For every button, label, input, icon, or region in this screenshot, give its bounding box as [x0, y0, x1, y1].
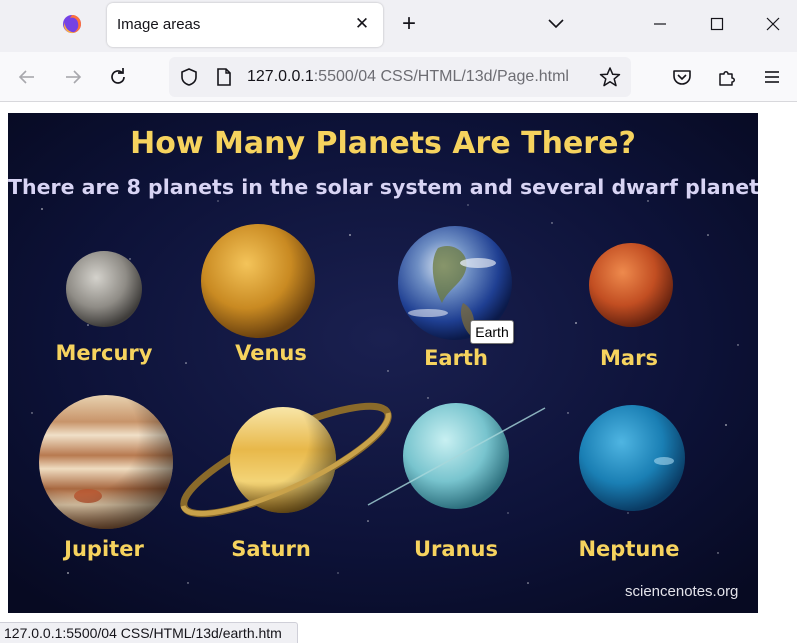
jupiter-shade	[39, 395, 173, 529]
firefox-logo-icon[interactable]	[62, 14, 82, 34]
reload-icon[interactable]	[107, 66, 129, 88]
neptune-dark-spot	[654, 457, 674, 465]
window-close-icon[interactable]	[762, 14, 784, 34]
planets-image: How Many Planets Are There? There are 8 …	[8, 113, 758, 613]
label-saturn[interactable]: Saturn	[191, 537, 351, 561]
link-status-bar: 127.0.0.1:5500/04 CSS/HTML/13d/earth.htm	[0, 622, 298, 643]
star-icon[interactable]	[599, 67, 621, 87]
venus-planet[interactable]	[201, 224, 315, 338]
chevron-down-icon[interactable]	[545, 14, 567, 34]
mars-planet[interactable]	[589, 243, 673, 327]
url-text[interactable]: 127.0.0.1:5500/04 CSS/HTML/13d/Page.html	[247, 68, 569, 86]
shield-icon[interactable]	[179, 67, 199, 87]
arrow-right-icon[interactable]	[62, 66, 84, 88]
page-icon[interactable]	[215, 67, 233, 87]
hamburger-icon[interactable]	[761, 66, 783, 88]
tab-image-areas[interactable]: Image areas ✕	[107, 3, 383, 47]
image-subtitle: There are 8 planets in the solar system …	[8, 175, 758, 199]
pocket-icon[interactable]	[671, 66, 693, 88]
label-mars[interactable]: Mars	[549, 346, 709, 370]
label-mercury[interactable]: Mercury	[24, 341, 184, 365]
address-bar[interactable]: 127.0.0.1:5500/04 CSS/HTML/13d/Page.html	[169, 57, 631, 97]
url-host: 127.0.0.1	[247, 68, 314, 85]
image-title: How Many Planets Are There?	[130, 126, 636, 161]
url-path: :5500/04 CSS/HTML/13d/Page.html	[313, 68, 569, 85]
label-jupiter[interactable]: Jupiter	[24, 537, 184, 561]
label-neptune[interactable]: Neptune	[549, 537, 709, 561]
image-credit: sciencenotes.org	[625, 583, 739, 600]
tab-strip: Image areas ✕ +	[0, 0, 797, 52]
label-earth[interactable]: Earth	[376, 346, 536, 370]
maximize-icon[interactable]	[706, 14, 728, 34]
label-venus[interactable]: Venus	[191, 341, 351, 365]
area-tooltip: Earth	[470, 320, 514, 344]
navigation-bar: 127.0.0.1:5500/04 CSS/HTML/13d/Page.html	[0, 52, 797, 102]
plus-icon[interactable]: +	[398, 12, 420, 36]
minimize-icon[interactable]	[648, 14, 672, 34]
close-icon[interactable]: ✕	[353, 15, 371, 33]
mercury-planet[interactable]	[66, 251, 142, 327]
puzzle-icon[interactable]	[716, 66, 738, 88]
arrow-left-icon[interactable]	[16, 66, 38, 88]
tab-title: Image areas	[117, 16, 201, 33]
label-uranus[interactable]: Uranus	[376, 537, 536, 561]
